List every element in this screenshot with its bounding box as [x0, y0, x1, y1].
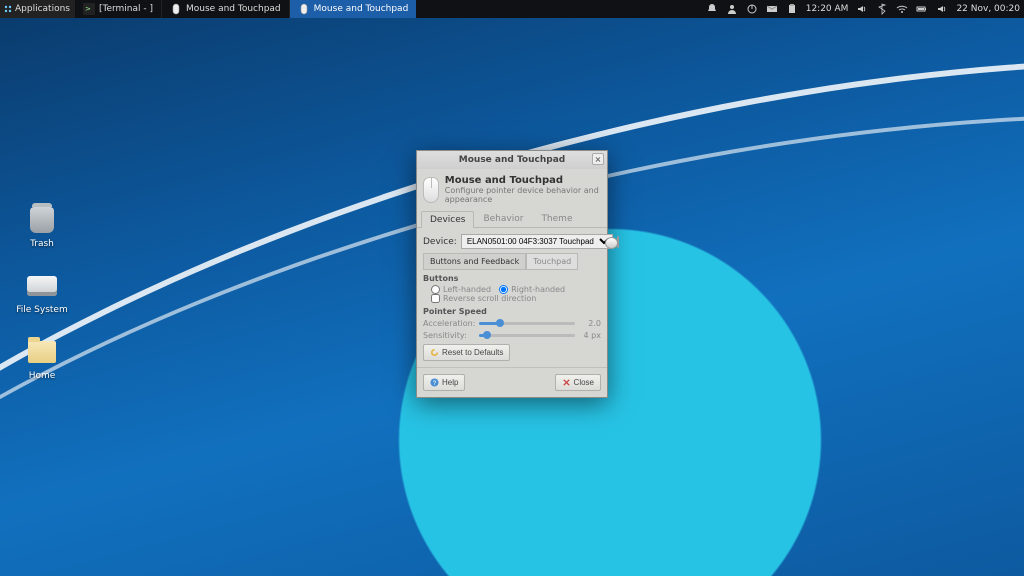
help-button[interactable]: ? Help: [423, 374, 465, 391]
window-title: Mouse and Touchpad: [459, 155, 565, 165]
mail-icon[interactable]: [762, 0, 782, 18]
dialog-header: Mouse and Touchpad Configure pointer dev…: [417, 169, 607, 210]
acceleration-label: Acceleration:: [423, 319, 475, 328]
clock[interactable]: 12:20 AM: [802, 0, 853, 18]
tab-theme[interactable]: Theme: [532, 210, 581, 227]
mouse-icon: [423, 177, 439, 203]
desktop-icon-filesystem[interactable]: File System: [16, 270, 68, 315]
clipboard-icon[interactable]: [782, 0, 802, 18]
reset-defaults-button[interactable]: Reset to Defaults: [423, 344, 510, 361]
wifi-icon[interactable]: [892, 0, 912, 18]
main-tabs: Devices Behavior Theme: [417, 210, 607, 228]
radio-left-handed[interactable]: Left-handed: [431, 285, 491, 294]
task-label: Mouse and Touchpad: [314, 4, 409, 14]
close-icon: ×: [595, 155, 602, 164]
date[interactable]: 22 Nov, 00:20: [952, 0, 1024, 18]
trash-icon: [30, 207, 54, 233]
applications-menu[interactable]: Applications: [0, 0, 74, 18]
volume-icon-1[interactable]: [852, 0, 872, 18]
mouse-icon: [170, 3, 182, 15]
folder-icon: [28, 341, 56, 363]
task-label: Mouse and Touchpad: [186, 4, 281, 14]
close-dialog-button[interactable]: Close: [555, 374, 601, 391]
desktop-icon-label: Home: [16, 371, 68, 381]
check-reverse-scroll[interactable]: Reverse scroll direction: [431, 294, 536, 303]
task-mouse-1[interactable]: Mouse and Touchpad: [161, 0, 289, 18]
radio-right-handed[interactable]: Right-handed: [499, 285, 565, 294]
clock-text: 12:20 AM: [806, 4, 849, 14]
task-label: [Terminal - ]: [99, 4, 153, 14]
top-panel: Applications > [Terminal - ] Mouse and T…: [0, 0, 1024, 18]
desktop-icon-label: Trash: [16, 239, 68, 249]
svg-text:?: ?: [433, 380, 437, 387]
header-title: Mouse and Touchpad: [445, 175, 601, 186]
reset-icon: [430, 348, 439, 357]
task-terminal[interactable]: > [Terminal - ]: [74, 0, 161, 18]
svg-text:>: >: [85, 5, 91, 13]
window-titlebar[interactable]: Mouse and Touchpad ×: [417, 151, 607, 169]
settings-window: Mouse and Touchpad × Mouse and Touchpad …: [416, 150, 608, 398]
bluetooth-icon[interactable]: [872, 0, 892, 18]
task-mouse-2-active[interactable]: Mouse and Touchpad: [289, 0, 417, 18]
tab-behavior[interactable]: Behavior: [474, 210, 532, 227]
close-icon: [562, 378, 571, 387]
desktop-icon-label: File System: [16, 305, 68, 315]
acceleration-slider[interactable]: [479, 322, 575, 325]
terminal-icon: >: [83, 3, 95, 15]
volume-icon-2[interactable]: [932, 0, 952, 18]
device-enable-toggle[interactable]: [617, 236, 619, 248]
desktop-icon-trash[interactable]: Trash: [16, 204, 68, 249]
pointer-group-title: Pointer Speed: [423, 307, 601, 316]
device-label: Device:: [423, 237, 457, 247]
power-icon[interactable]: [742, 0, 762, 18]
tab-devices[interactable]: Devices: [421, 211, 474, 228]
sensitivity-label: Sensitivity:: [423, 331, 475, 340]
help-icon: ?: [430, 378, 439, 387]
user-icon[interactable]: [722, 0, 742, 18]
applications-label: Applications: [15, 4, 70, 14]
notifications-icon[interactable]: [702, 0, 722, 18]
subtab-buttons[interactable]: Buttons and Feedback: [423, 253, 526, 270]
close-button[interactable]: ×: [592, 153, 604, 165]
desktop-icon-home[interactable]: Home: [16, 336, 68, 381]
acceleration-value: 2.0: [579, 319, 601, 328]
device-select[interactable]: ELAN0501:00 04F3:3037 Touchpad: [461, 234, 613, 249]
sensitivity-value: 4 px: [579, 331, 601, 340]
date-text: 22 Nov, 00:20: [956, 4, 1020, 14]
battery-icon[interactable]: [912, 0, 932, 18]
drive-icon: [27, 276, 57, 296]
buttons-group-title: Buttons: [423, 274, 601, 283]
sensitivity-slider[interactable]: [479, 334, 575, 337]
xfce-menu-icon: [4, 5, 12, 13]
subtab-touchpad[interactable]: Touchpad: [526, 253, 578, 270]
header-subtitle: Configure pointer device behavior and ap…: [445, 186, 601, 204]
mouse-icon: [298, 3, 310, 15]
